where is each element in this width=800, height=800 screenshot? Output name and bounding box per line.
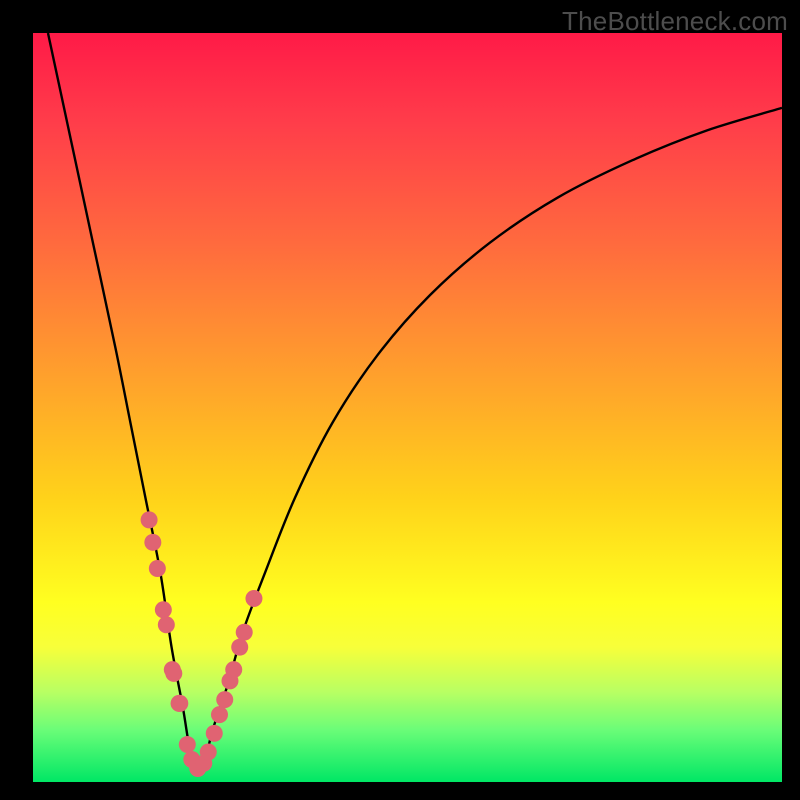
bottleneck-chart [33,33,782,782]
sample-dot [236,624,253,641]
sample-dots-group [141,511,263,777]
sample-dot [179,736,196,753]
sample-dot [216,691,233,708]
sample-dot [165,665,182,682]
outer-frame: TheBottleneck.com [0,0,800,800]
plot-area [33,33,782,782]
sample-dot [158,616,175,633]
bottleneck-curve-path [48,33,782,775]
sample-dot [231,639,248,656]
sample-dot [206,725,223,742]
sample-dot [200,744,217,761]
sample-dot [171,695,188,712]
sample-dot [144,534,161,551]
sample-dot [149,560,166,577]
sample-dot [245,590,262,607]
sample-dot [211,706,228,723]
sample-dot [155,601,172,618]
sample-dot [141,511,158,528]
sample-dot [225,661,242,678]
